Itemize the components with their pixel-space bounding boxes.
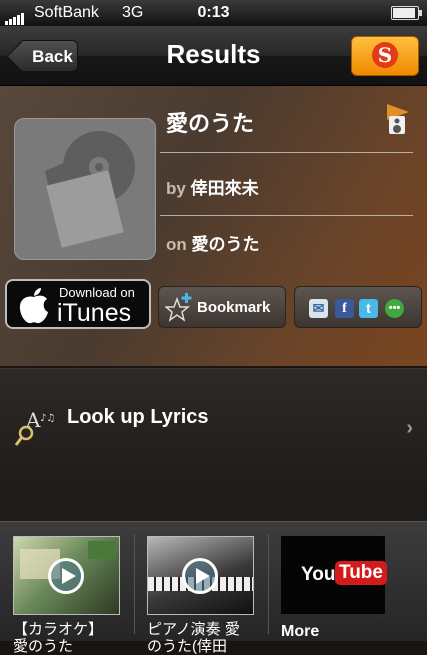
- video-item[interactable]: 【カラオケ】 愛のうた: [13, 536, 120, 655]
- divider: [268, 534, 269, 634]
- section-gap: [0, 487, 427, 521]
- play-icon[interactable]: [48, 558, 84, 594]
- bookmark-label: Bookmark: [197, 299, 271, 316]
- shazam-logo-icon: S: [372, 42, 398, 68]
- divider: [160, 152, 413, 153]
- navigation-bar: Back Results S: [0, 26, 427, 86]
- star-plus-icon: [165, 293, 192, 322]
- track-title: 愛のうた: [166, 111, 255, 136]
- video-title: 【カラオケ】: [13, 621, 104, 638]
- divider: [134, 534, 135, 634]
- video-title-line2: のうた(倖田: [147, 638, 227, 655]
- back-button-label[interactable]: Back: [22, 40, 78, 72]
- svg-text:♪♫: ♪♫: [40, 413, 55, 424]
- video-title-line2: 愛のうた: [13, 638, 74, 655]
- download-itunes-button[interactable]: Download on iTunes: [5, 279, 151, 329]
- video-item[interactable]: ピアノ演奏 愛 のうた(倖田: [147, 536, 254, 655]
- youtube-logo-tube: Tube: [335, 561, 387, 585]
- share-button[interactable]: ✉ f t •••: [294, 286, 422, 328]
- bookmark-button[interactable]: Bookmark: [158, 286, 286, 328]
- video-title: ピアノ演奏 愛: [147, 621, 240, 638]
- more-videos-label[interactable]: More: [281, 623, 319, 641]
- facebook-icon: f: [335, 299, 354, 318]
- shazam-button[interactable]: S: [351, 36, 419, 76]
- itunes-small-label: Download on: [59, 285, 135, 300]
- video-thumbnail[interactable]: [13, 536, 120, 615]
- play-icon[interactable]: [182, 558, 218, 594]
- apple-logo-icon: [19, 288, 48, 324]
- status-time: 0:13: [197, 4, 230, 21]
- battery-icon: [391, 6, 422, 20]
- sms-icon: •••: [385, 299, 404, 318]
- youtube-logo-you: You: [301, 564, 336, 585]
- itunes-big-label: iTunes: [57, 299, 132, 327]
- song-info-panel: 愛のうた by 倖田來未 on 愛のうた Download on iTunes …: [0, 86, 427, 366]
- artist-line[interactable]: by 倖田來未: [166, 174, 259, 199]
- artist-name[interactable]: 倖田來未: [191, 179, 259, 198]
- lookup-lyrics-row[interactable]: A ♪♫ Look up Lyrics ›: [0, 368, 427, 488]
- lookup-lyrics-label: Look up Lyrics: [67, 406, 209, 428]
- mail-icon: ✉: [309, 299, 328, 318]
- album-name[interactable]: 愛のうた: [192, 235, 260, 254]
- lyrics-magnifier-icon: A ♪♫: [14, 408, 55, 446]
- status-bar: SoftBank 3G 0:13: [0, 0, 427, 26]
- thumbnail-detail: [88, 541, 116, 559]
- speaker-icon[interactable]: [385, 102, 411, 141]
- album-line[interactable]: on 愛のうた: [166, 230, 260, 255]
- youtube-more-button[interactable]: You Tube: [281, 536, 387, 614]
- twitter-icon: t: [359, 299, 378, 318]
- cd-placeholder-icon: [45, 131, 135, 248]
- on-prefix: on: [166, 235, 187, 254]
- divider: [160, 215, 413, 216]
- album-art-placeholder: [14, 118, 156, 260]
- by-prefix: by: [166, 179, 186, 198]
- video-thumbnail[interactable]: [147, 536, 254, 615]
- chevron-right-icon: ›: [406, 417, 413, 439]
- videos-strip: 【カラオケ】 愛のうた ピアノ演奏 愛 のうた(倖田 You Tube More: [0, 521, 427, 655]
